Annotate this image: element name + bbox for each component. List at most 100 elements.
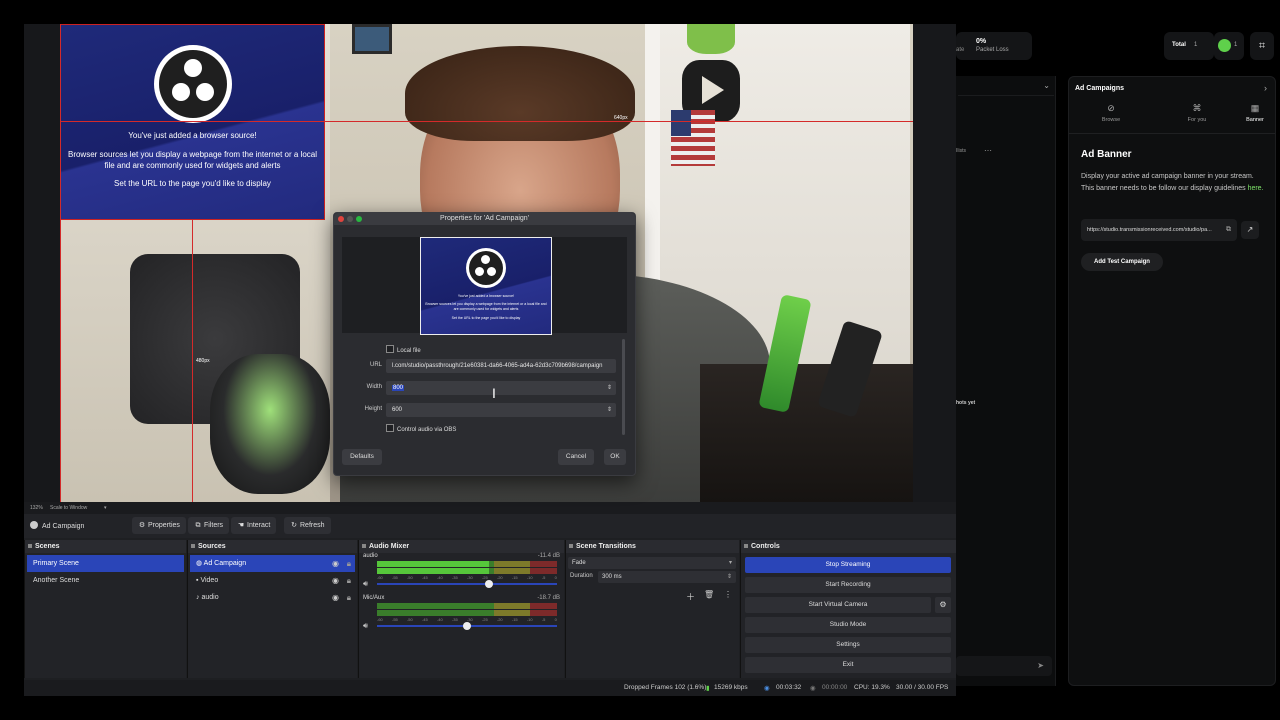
ad-banner-title: Ad Banner xyxy=(1081,149,1132,160)
ok-button[interactable]: OK xyxy=(604,449,626,465)
source-item[interactable]: ◍ Ad Campaign ◉ 🔒︎ xyxy=(190,555,355,572)
hand-icon: ☚ xyxy=(237,522,245,529)
scrollbar[interactable] xyxy=(622,339,625,435)
ad-campaigns-panel: Ad Campaigns › ⊘ Browse ⌘ For you ▦ Banner … xyxy=(1068,76,1276,686)
meter-tick: -25 xyxy=(481,575,488,580)
meter-tick: -55 xyxy=(391,575,398,580)
url-input[interactable]: l.com/studio/passthrough/21e60381-da66-4… xyxy=(386,359,616,373)
interact-button[interactable]: ☚ Interact xyxy=(231,517,277,534)
banner-url-field[interactable]: https://studio.transmissionreceived.com/… xyxy=(1081,219,1237,241)
scene-item[interactable]: Another Scene xyxy=(27,572,184,589)
collapsible-header[interactable]: ⌄ xyxy=(958,76,1054,96)
control-audio-checkbox[interactable]: Control audio via OBS xyxy=(386,424,456,433)
gear-icon[interactable]: ⚙ xyxy=(935,597,951,613)
guide-width-tag: 640px xyxy=(614,115,628,121)
source-item[interactable]: ♪ audio ◉ 🔒︎ xyxy=(190,589,355,606)
chat-input[interactable]: ➤ xyxy=(956,656,1052,676)
tab-banner[interactable]: ▦ Banner xyxy=(1225,103,1280,134)
globe-icon xyxy=(30,521,38,529)
viewer-count: 1 xyxy=(1234,42,1238,48)
stop-streaming-button[interactable]: Stop Streaming xyxy=(745,557,951,573)
volume-knob[interactable] xyxy=(484,580,493,588)
copy-icon[interactable]: ⧉ xyxy=(1226,219,1231,241)
source-item[interactable]: ▪ Video ◉ 🔒︎ xyxy=(190,572,355,589)
tab-for-you[interactable]: ⌘ For you xyxy=(1167,103,1227,123)
external-link-icon[interactable]: ↗ xyxy=(1241,221,1259,239)
properties-button[interactable]: ⚙ Properties xyxy=(132,517,186,534)
chevron-down-icon[interactable]: ⌄ xyxy=(1043,81,1050,90)
lock-icon[interactable]: 🔒︎ xyxy=(347,589,351,606)
meter-tick: 0 xyxy=(554,575,557,580)
meter-tick: -5 xyxy=(541,617,546,622)
lock-icon[interactable]: 🔒︎ xyxy=(347,572,351,589)
transition-select[interactable]: Fade ▾ xyxy=(568,557,736,569)
current-source: Ad Campaign xyxy=(30,521,84,530)
zoom-icon[interactable] xyxy=(356,216,362,222)
current-source-label: Ad Campaign xyxy=(42,523,85,530)
more-icon[interactable]: ⋮ xyxy=(724,590,732,599)
local-file-label: Local file xyxy=(397,348,421,354)
spin-icon[interactable]: ⇕ xyxy=(607,381,612,395)
chevron-down-icon[interactable]: ▾ xyxy=(104,505,107,511)
speaker-icon[interactable]: 🔊︎ xyxy=(363,579,368,589)
record-time: 00:00:00 xyxy=(822,684,848,691)
guidelines-link[interactable]: here. xyxy=(1248,185,1264,192)
duration-label: Duration xyxy=(570,573,593,579)
meter-tick: -40 xyxy=(436,617,443,622)
volume-slider[interactable] xyxy=(377,580,557,588)
local-file-checkbox[interactable]: Local file xyxy=(386,345,421,354)
eye-icon[interactable]: ◉ xyxy=(332,589,339,606)
desk xyxy=(700,364,913,502)
filters-button[interactable]: ⧉ Filters xyxy=(188,517,230,534)
speaker-icon[interactable]: 🔊︎ xyxy=(363,621,368,631)
scene-item[interactable]: Primary Scene xyxy=(27,555,184,572)
grid-icon[interactable]: ⌗ xyxy=(1250,32,1274,60)
add-test-campaign-button[interactable]: Add Test Campaign xyxy=(1081,253,1163,271)
refresh-button-label: Refresh xyxy=(300,522,325,529)
channel-name: audio xyxy=(363,553,378,559)
add-icon[interactable]: ＋ xyxy=(686,590,695,603)
close-icon[interactable] xyxy=(338,216,344,222)
defaults-button[interactable]: Defaults xyxy=(342,449,382,465)
meter-tick: -55 xyxy=(391,617,398,622)
eye-icon[interactable]: ◉ xyxy=(332,555,339,572)
volume-knob[interactable] xyxy=(463,622,471,630)
tab-browse[interactable]: ⊘ Browse xyxy=(1081,103,1141,123)
streaming-app-panel: ate 0% Packet Loss Total 1 1 ⌗ ⌄ Ilists … xyxy=(956,24,1280,696)
dialog-title: Properties for 'Ad Campaign' xyxy=(439,215,530,222)
lock-icon[interactable]: 🔒︎ xyxy=(347,555,351,572)
trash-icon[interactable]: 🗑 xyxy=(704,590,714,599)
wall-picture xyxy=(352,24,392,54)
browser-source-overlay[interactable]: You've just added a browser source! Brow… xyxy=(60,24,325,220)
checkbox-box[interactable] xyxy=(386,424,394,432)
start-virtual-camera-button[interactable]: Start Virtual Camera xyxy=(745,597,931,613)
minimize-icon[interactable] xyxy=(347,216,353,222)
controls-dock: Controls Stop Streaming Start Recording … xyxy=(740,540,956,678)
url-label: URL xyxy=(369,362,382,368)
width-input[interactable]: 800 ⇕ xyxy=(386,381,616,395)
eye-icon[interactable]: ◉ xyxy=(332,572,339,589)
stats-bar: ate 0% Packet Loss Total 1 1 ⌗ xyxy=(956,32,1280,60)
more-icon[interactable]: ⋯ xyxy=(984,146,992,155)
source-item-label: Ad Campaign xyxy=(203,560,247,567)
duration-input[interactable]: 300 ms ⇕ xyxy=(598,571,736,583)
tab-label: Browse xyxy=(1101,117,1121,123)
globe-icon: ◍ xyxy=(196,560,203,567)
height-input[interactable]: 600 ⇕ xyxy=(386,403,616,417)
scale-mode[interactable]: Scale to Window xyxy=(50,505,87,511)
meter-tick: -15 xyxy=(511,575,518,580)
cancel-button[interactable]: Cancel xyxy=(558,449,594,465)
audio-mixer-dock: Audio Mixer audio -11.4 dB 🔊︎ -60 -55 -50-… xyxy=(358,540,564,694)
start-recording-button[interactable]: Start Recording xyxy=(745,577,951,593)
properties-button-label: Properties xyxy=(148,522,180,529)
exit-button[interactable]: Exit xyxy=(745,657,951,673)
volume-slider[interactable] xyxy=(377,622,557,630)
studio-mode-button[interactable]: Studio Mode xyxy=(745,617,951,633)
settings-button[interactable]: Settings xyxy=(745,637,951,653)
meter-ticks: -60 -55 -50 -45 -40 -35 -30 -25 -20 -15 -10 -5 0 xyxy=(377,617,557,622)
checkbox-box[interactable] xyxy=(386,345,394,353)
chevron-right-icon[interactable]: › xyxy=(1264,83,1267,93)
send-icon[interactable]: ➤ xyxy=(1037,661,1044,670)
spin-icon[interactable]: ⇕ xyxy=(607,403,612,417)
refresh-button[interactable]: ↻ Refresh xyxy=(284,517,331,534)
